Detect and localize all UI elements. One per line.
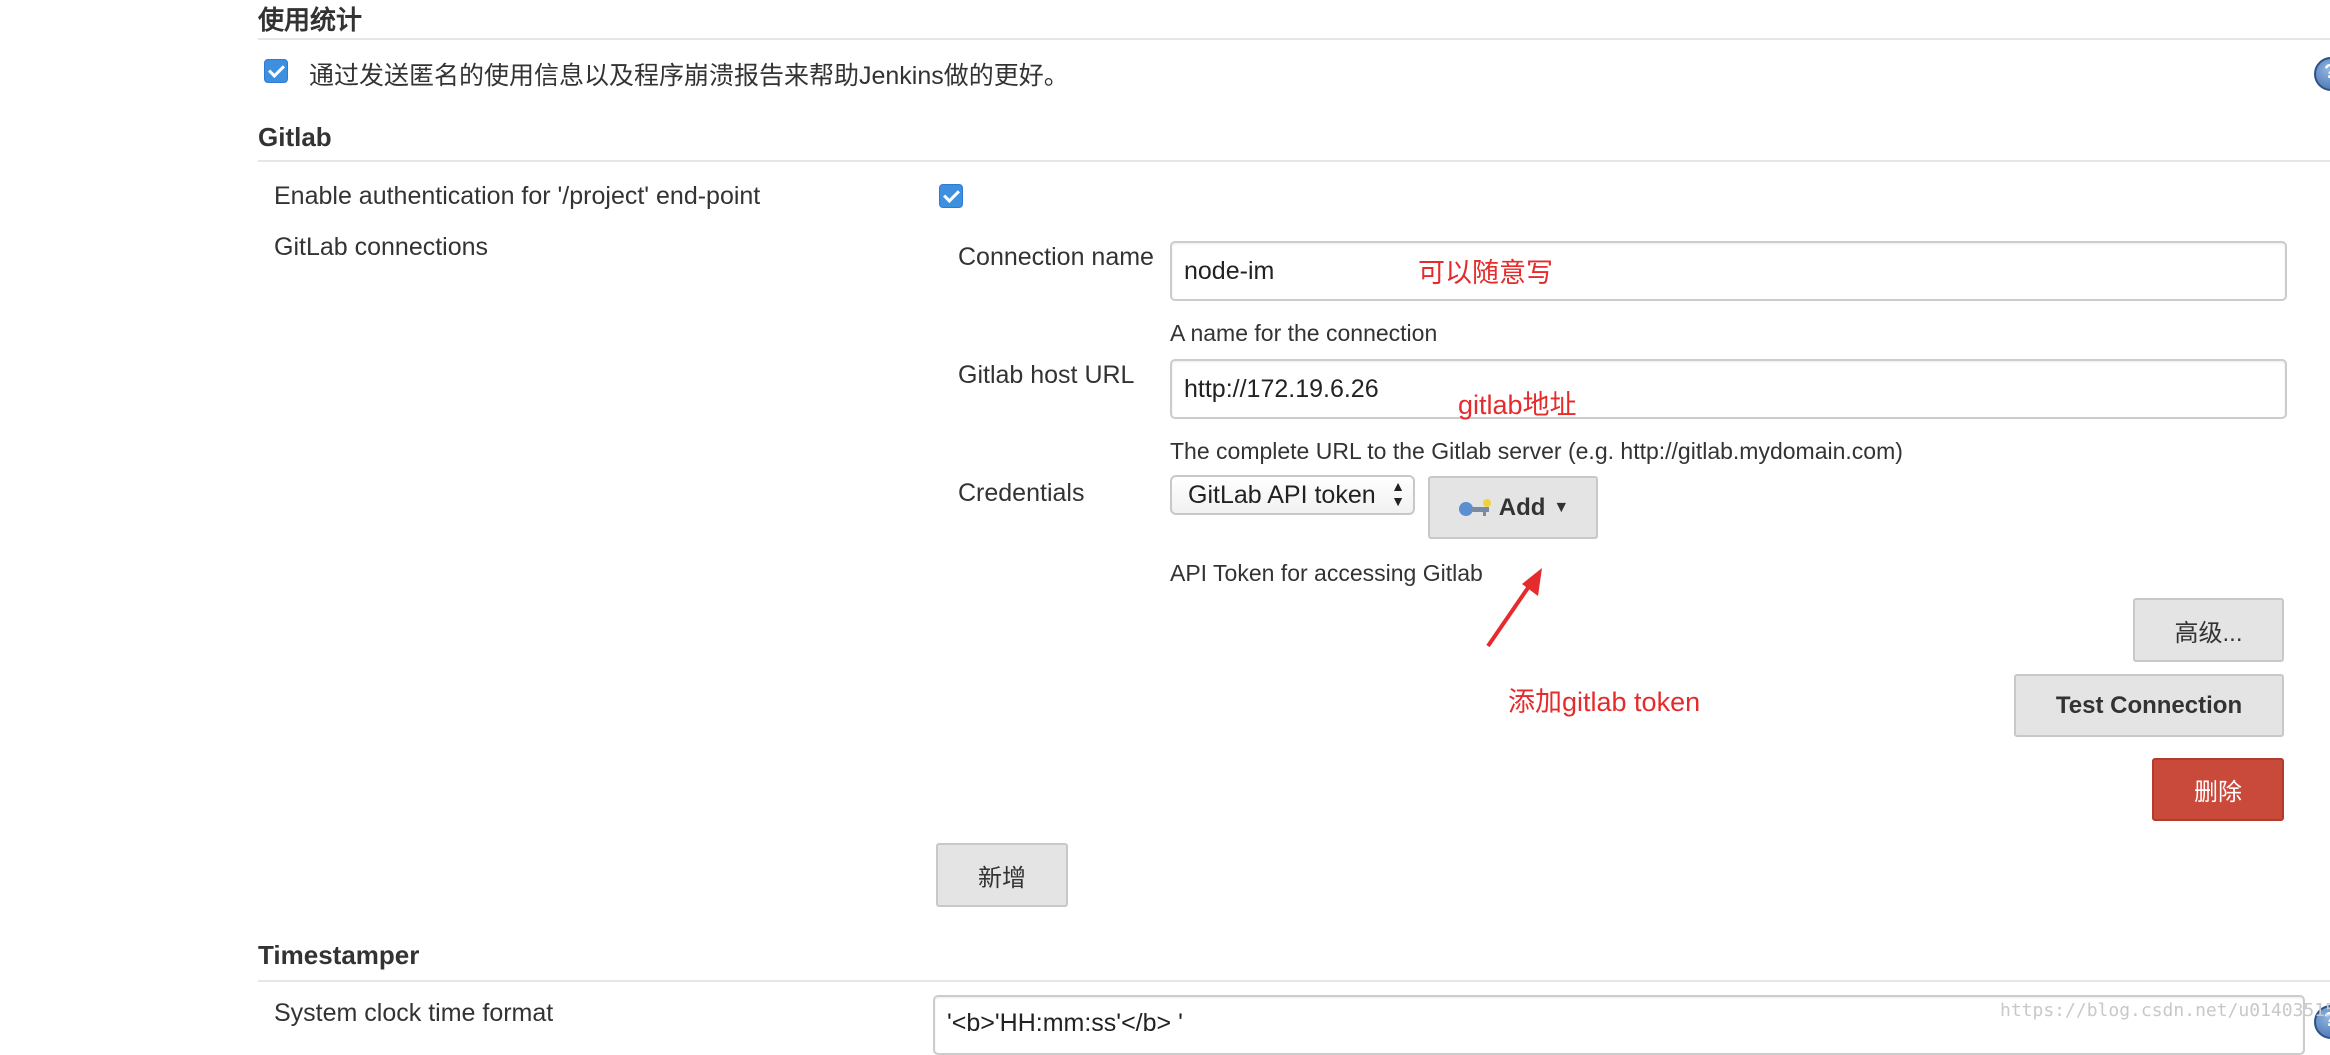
credentials-select[interactable]: GitLab API token ▲ ▼	[1170, 475, 1415, 515]
connection-name-value: node-im	[1184, 257, 1275, 285]
enable-auth-label: Enable authentication for '/project' end…	[274, 182, 761, 210]
host-url-help: The complete URL to the Gitlab server (e…	[1170, 438, 1903, 464]
credentials-help: API Token for accessing Gitlab	[1170, 560, 1483, 586]
timestamper-section-title: Timestamper	[258, 940, 420, 970]
caret-down-icon: ▼	[1553, 498, 1570, 516]
connection-name-help: A name for the connection	[1170, 320, 1438, 346]
usage-stats-checkbox[interactable]	[264, 59, 288, 83]
host-url-value: http://172.19.6.26	[1184, 375, 1379, 403]
clock-format-value: '<b>'HH:mm:ss'</b> '	[947, 1009, 1183, 1037]
url-annotation: gitlab地址	[1458, 390, 1577, 420]
name-annotation: 可以随意写	[1418, 258, 1553, 288]
enable-auth-checkbox[interactable]	[939, 184, 963, 208]
new-connection-button[interactable]: 新增	[936, 843, 1068, 907]
annotation-arrow-icon	[1486, 568, 1542, 648]
gitlab-section-title: Gitlab	[258, 122, 332, 152]
connection-name-label: Connection name	[958, 243, 1154, 271]
gitlab-connections-label: GitLab connections	[274, 233, 489, 261]
advanced-button[interactable]: 高级...	[2133, 598, 2284, 662]
delete-button[interactable]: 删除	[2152, 758, 2284, 821]
connection-name-input[interactable]: node-im	[1170, 241, 2287, 301]
add-button-label: Add	[1498, 493, 1546, 521]
new-button-label: 新增	[978, 864, 1026, 892]
add-credentials-button[interactable]: Add ▼	[1428, 476, 1598, 539]
test-connection-button[interactable]: Test Connection	[2014, 674, 2284, 737]
host-url-input[interactable]: http://172.19.6.26	[1170, 359, 2287, 419]
test-connection-label: Test Connection	[2055, 691, 2243, 719]
credentials-selected: GitLab API token	[1188, 480, 1376, 509]
key-icon	[1457, 498, 1493, 518]
watermark: https://blog.csdn.net/u01403515	[2000, 1000, 2330, 1021]
advanced-button-label: 高级...	[2174, 619, 2243, 647]
timestamper-divider	[258, 980, 2330, 982]
help-icon[interactable]: ?	[2314, 57, 2330, 91]
delete-button-label: 删除	[2194, 779, 2242, 806]
usage-section-title: 使用统计	[258, 5, 363, 35]
host-url-label: Gitlab host URL	[958, 361, 1135, 389]
token-annotation: 添加gitlab token	[1508, 687, 1701, 717]
usage-stats-label: 通过发送匿名的使用信息以及程序崩溃报告来帮助Jenkins做的更好。	[309, 62, 1069, 90]
credentials-label: Credentials	[958, 479, 1085, 507]
usage-divider	[258, 38, 2330, 40]
clock-format-label: System clock time format	[274, 999, 554, 1027]
gitlab-divider	[258, 160, 2330, 162]
select-arrows-icon: ▲ ▼	[1391, 478, 1405, 509]
